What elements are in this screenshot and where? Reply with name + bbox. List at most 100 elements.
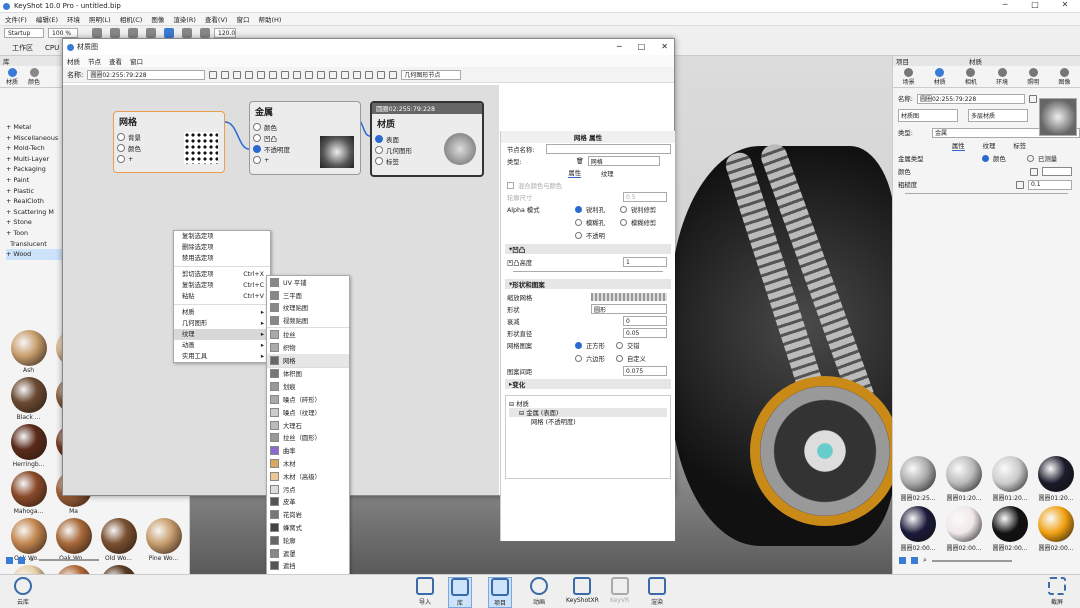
transform-icon[interactable] — [164, 28, 174, 38]
tab-properties[interactable]: 属性 — [568, 168, 581, 178]
paste-icon[interactable] — [269, 70, 278, 79]
radio-opaque[interactable] — [575, 232, 582, 239]
tree-item[interactable]: + Paint — [6, 175, 62, 186]
zoom-select[interactable]: 100 % — [48, 28, 78, 38]
animation-button[interactable]: 动画 — [530, 577, 548, 606]
tree-item[interactable]: + Miscellaneous — [6, 133, 62, 144]
screenshot-button[interactable]: 截屏 — [1048, 577, 1066, 606]
variation-section[interactable]: ▸ 变化 — [505, 379, 671, 389]
target-icon[interactable] — [245, 70, 254, 79]
ctx-delete[interactable]: 删除选定项 — [174, 242, 270, 253]
type-select[interactable]: 网格 — [587, 156, 660, 166]
node-name-input[interactable] — [546, 144, 671, 154]
save-icon[interactable] — [209, 70, 218, 79]
tree-item[interactable]: + Packaging — [6, 164, 62, 175]
project-material-thumbnail[interactable]: 圆圈01:20... — [1033, 456, 1079, 502]
percent-icon[interactable] — [200, 28, 210, 38]
submenu-item[interactable]: 蜂窝式 — [267, 521, 349, 534]
cpu-label[interactable]: CPU — [45, 44, 59, 52]
submenu-item[interactable]: 噪点（碎形） — [267, 393, 349, 406]
maximize-icon[interactable]: □ — [1020, 0, 1050, 9]
submenu-item[interactable]: 纹理贴图 — [267, 302, 349, 315]
menu-file[interactable]: 文件(F) — [5, 14, 27, 24]
submenu-item[interactable]: 轮廓 — [267, 534, 349, 547]
project-button[interactable]: 项目 — [488, 577, 512, 608]
cloud-library-button[interactable]: 云库 — [14, 577, 32, 606]
keyshotxr-button[interactable]: KeyShotXR — [566, 577, 599, 604]
tab-properties[interactable]: 属性 — [951, 141, 965, 151]
pause-icon[interactable] — [92, 28, 102, 38]
metal-node[interactable]: 金属 颜色 凹凸 不透明度 + — [249, 101, 361, 175]
submenu-item[interactable]: 划痕 — [267, 380, 349, 393]
sphere-icon[interactable] — [221, 70, 230, 79]
material-output-node[interactable]: 圆圈02:255:79:228 材质 表面 几何图形 标签 — [370, 101, 484, 177]
settings-icon[interactable] — [110, 28, 120, 38]
import-button[interactable]: 导入 — [416, 577, 434, 606]
tree-item[interactable]: + Stone — [6, 217, 62, 228]
grid-view-icon[interactable] — [6, 556, 13, 564]
multi-layer-button[interactable]: 多层材质 — [968, 109, 1028, 122]
workspace-select[interactable]: Startup — [4, 28, 44, 38]
tree-item[interactable]: + Mold-Tech — [6, 143, 62, 154]
refresh-icon[interactable] — [146, 28, 156, 38]
submenu-item[interactable]: 大理石 — [267, 419, 349, 432]
radio-square[interactable] — [575, 342, 582, 349]
delete-icon[interactable]: 🗑 — [576, 157, 584, 165]
align-icon[interactable] — [317, 70, 326, 79]
tree-item[interactable]: + Toon — [6, 228, 62, 239]
ctx-cut[interactable]: 剪切选定项 Ctrl+X — [174, 269, 270, 280]
material-name-input[interactable]: 圆圈02:255:79:228 — [87, 69, 206, 80]
menu-help[interactable]: 帮助(H) — [258, 14, 281, 24]
menu-view[interactable]: 查看(V) — [205, 14, 228, 24]
close-icon[interactable]: ✕ — [661, 42, 668, 51]
bump-slider[interactable] — [513, 271, 663, 277]
zoom-fit-icon[interactable] — [353, 70, 362, 79]
frame-icon[interactable] — [341, 70, 350, 79]
render-button[interactable]: 渲染 — [648, 577, 666, 606]
submenu-item[interactable]: 花岗岩 — [267, 508, 349, 521]
submenu-item[interactable]: 拉丝 — [267, 328, 349, 341]
search-icon[interactable]: ⌕ — [923, 556, 927, 565]
ctx-animation[interactable]: 动画 ▸ — [174, 340, 270, 351]
menu-view[interactable]: 查看 — [109, 56, 122, 66]
tree-item[interactable]: + Multi-Layer — [6, 154, 62, 165]
radio-custom[interactable] — [616, 355, 623, 362]
menu-render[interactable]: 渲染(R) — [173, 14, 196, 24]
material-graph-button[interactable]: 材质图 — [898, 109, 958, 122]
menu-lighting[interactable]: 照明(L) — [89, 14, 111, 24]
tree-item[interactable]: + RealCloth — [6, 196, 62, 207]
menu-window[interactable]: 窗口 — [130, 56, 143, 66]
tab-colors[interactable]: 颜色 — [28, 67, 40, 86]
submenu-item[interactable]: 拉丝（圆形） — [267, 432, 349, 445]
radio-color[interactable] — [982, 155, 989, 162]
menu-image[interactable]: 图像 — [151, 14, 164, 24]
project-material-thumbnail[interactable]: 圆圈02:00... — [987, 506, 1033, 552]
ctx-texture[interactable]: 纹理 ▸ — [174, 329, 270, 340]
copy-icon[interactable] — [257, 70, 266, 79]
radio-blur-trim[interactable] — [620, 219, 627, 226]
menu-material[interactable]: 材质 — [67, 56, 80, 66]
library-thumbnail[interactable]: Herringb... — [6, 424, 51, 468]
keyvr-button[interactable]: KeyVR — [610, 577, 629, 604]
tab-camera[interactable]: 相机 — [965, 67, 977, 86]
library-thumbnail[interactable]: Mahoga... — [6, 471, 51, 515]
submenu-item[interactable]: 木材（高级） — [267, 470, 349, 483]
tab-texture[interactable]: 纹理 — [983, 141, 996, 150]
library-thumbnail[interactable]: Black ... — [6, 377, 51, 421]
ctx-paste[interactable]: 粘贴 Ctrl+V — [174, 291, 270, 302]
roughness-slider[interactable] — [905, 193, 1068, 199]
tree-item-selected[interactable]: + Wood — [6, 249, 62, 260]
port-color[interactable]: 颜色 — [250, 121, 360, 132]
search-icon[interactable]: ⌕ — [30, 556, 34, 565]
library-button[interactable]: 库 — [448, 577, 472, 608]
maximize-icon[interactable]: □ — [638, 42, 646, 51]
close-icon[interactable]: ✕ — [1050, 0, 1080, 9]
menu-edit[interactable]: 编辑(E) — [36, 14, 58, 24]
submenu-item[interactable]: 三平面 — [267, 289, 349, 302]
blend-row[interactable]: 混合颜色与颜色 — [501, 179, 675, 191]
grid-view-icon[interactable] — [899, 557, 906, 564]
project-material-thumbnail[interactable]: 圆圈01:20... — [941, 456, 987, 502]
warning-icon[interactable] — [281, 70, 290, 79]
tab-scene[interactable]: 场景 — [903, 67, 915, 86]
tab-image[interactable]: 图像 — [1058, 67, 1070, 86]
